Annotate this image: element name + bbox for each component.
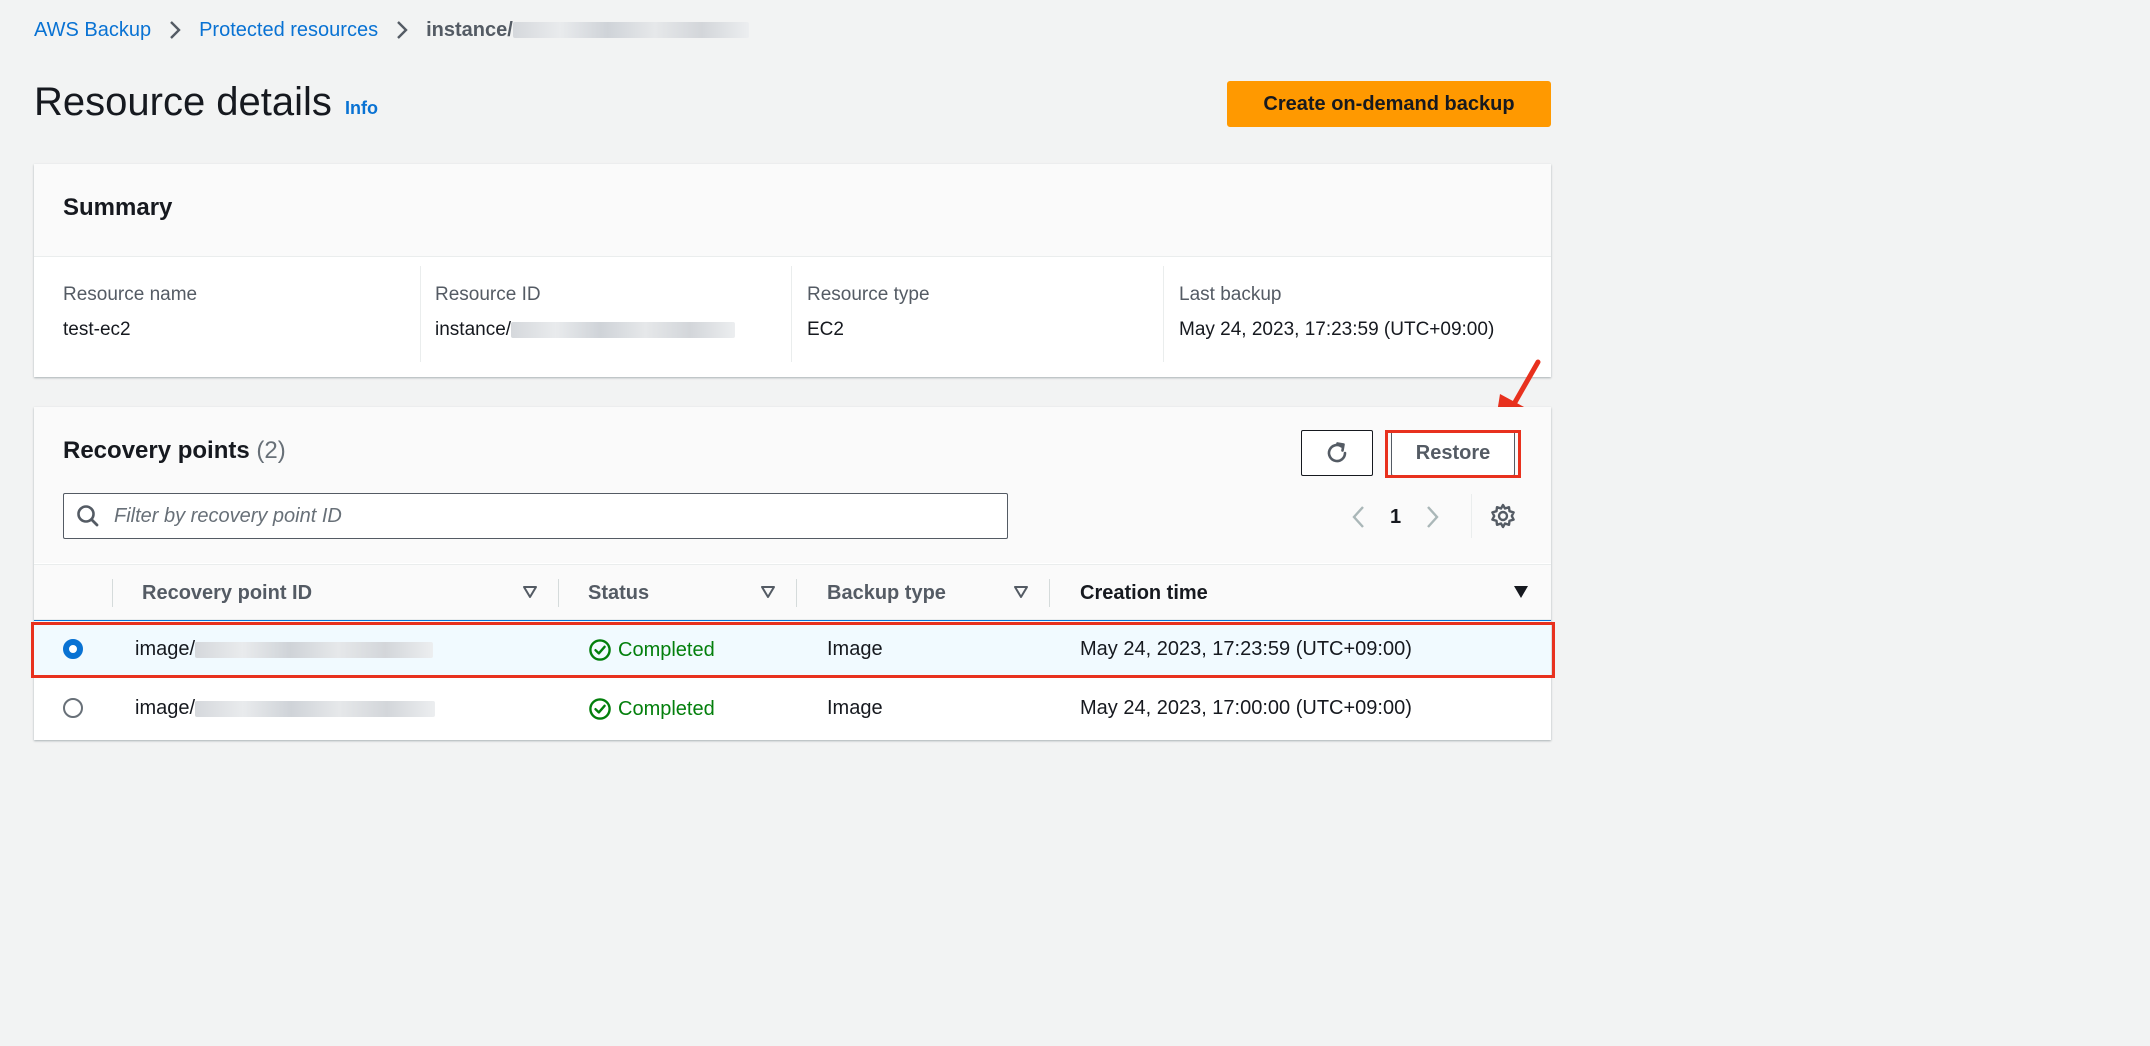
breadcrumb-current: instance/: [426, 18, 513, 41]
next-page-button[interactable]: [1423, 504, 1441, 530]
chevron-right-icon: [1427, 506, 1439, 528]
info-link[interactable]: Info: [345, 98, 378, 119]
pagination: 1: [1350, 499, 1441, 535]
page-number[interactable]: 1: [1390, 506, 1401, 529]
field-value: May 24, 2023, 17:23:59 (UTC+09:00): [1179, 319, 1495, 340]
breadcrumb: AWS Backup Protected resources instance/: [34, 16, 749, 44]
summary-title: Summary: [63, 194, 173, 221]
table-header: Recovery point ID Status Backup type Cre…: [34, 564, 1551, 620]
field-label: Resource type: [807, 284, 930, 305]
divider: [1471, 494, 1472, 538]
filter-recovery-point-input[interactable]: [112, 495, 996, 537]
breadcrumb-protected-resources[interactable]: Protected resources: [199, 19, 378, 42]
refresh-icon: [1327, 442, 1347, 463]
filter-search-box[interactable]: [63, 493, 1008, 539]
chevron-right-icon: [169, 20, 181, 40]
divider: [791, 266, 792, 362]
last-backup-field: Last backup May 24, 2023, 17:23:59 (UTC+…: [1179, 284, 1494, 341]
resource-name-field: Resource name test-ec2: [63, 284, 197, 341]
check-circle-icon: [589, 698, 611, 720]
sort-icon[interactable]: [1013, 585, 1029, 599]
column-divider: [1049, 579, 1050, 607]
recovery-points-heading: Recovery points: [63, 437, 250, 464]
column-header-backup-type[interactable]: Backup type: [827, 582, 946, 605]
redacted-text: [195, 700, 436, 717]
field-value: test-ec2: [63, 319, 131, 340]
sort-descending-icon[interactable]: [1513, 585, 1529, 599]
search-icon: [77, 505, 99, 527]
previous-page-button[interactable]: [1350, 504, 1368, 530]
chevron-left-icon: [1352, 506, 1364, 528]
breadcrumb-aws-backup[interactable]: AWS Backup: [34, 19, 151, 42]
column-divider: [112, 579, 113, 607]
page-title: Resource details: [34, 80, 332, 124]
row-select-radio[interactable]: [63, 698, 83, 718]
summary-panel: Summary Resource name test-ec2 Resource …: [34, 164, 1551, 377]
status-text: Completed: [618, 697, 715, 720]
column-header-creation-time[interactable]: Creation time: [1080, 582, 1208, 605]
divider: [420, 266, 421, 362]
column-divider: [796, 579, 797, 607]
column-header-status[interactable]: Status: [588, 582, 649, 605]
field-label: Last backup: [1179, 284, 1282, 305]
chevron-right-icon: [396, 20, 408, 40]
field-label: Resource name: [63, 284, 198, 305]
backup-type-cell: Image: [827, 697, 883, 719]
status-cell: Completed: [588, 697, 715, 721]
column-divider: [558, 579, 559, 607]
sort-icon[interactable]: [760, 585, 776, 599]
summary-header: Summary: [34, 164, 1551, 257]
preferences-button[interactable]: [1489, 502, 1517, 535]
redacted-text: [511, 322, 736, 338]
restore-highlight-annotation: [1385, 430, 1521, 478]
field-value-row: instance/: [435, 319, 736, 341]
sort-icon[interactable]: [522, 585, 538, 599]
resource-type-field: Resource type EC2: [807, 284, 930, 341]
redacted-text: [512, 22, 749, 38]
recovery-points-title: Recovery points (2): [63, 437, 286, 465]
recovery-points-panel: Recovery points (2) Restore 1: [34, 407, 1551, 740]
creation-time-cell: May 24, 2023, 17:00:00 (UTC+09:00): [1080, 697, 1412, 719]
resource-id-field: Resource ID instance/: [435, 284, 736, 341]
create-on-demand-backup-button[interactable]: Create on-demand backup: [1227, 81, 1551, 127]
column-header-recovery-point-id[interactable]: Recovery point ID: [142, 582, 312, 605]
field-value: instance/: [435, 319, 512, 340]
recovery-points-count: (2): [256, 437, 286, 464]
refresh-button[interactable]: [1301, 430, 1373, 476]
field-label: Resource ID: [435, 284, 541, 305]
gear-icon: [1491, 503, 1515, 529]
field-value: EC2: [807, 319, 844, 340]
divider: [1163, 266, 1164, 362]
recovery-point-id-cell: image/: [135, 697, 436, 720]
recovery-point-id[interactable]: image/: [135, 697, 195, 720]
table-row[interactable]: image/ Completed Image May 24, 2023, 17:…: [34, 680, 1551, 738]
selected-row-highlight-annotation: [31, 622, 1555, 678]
